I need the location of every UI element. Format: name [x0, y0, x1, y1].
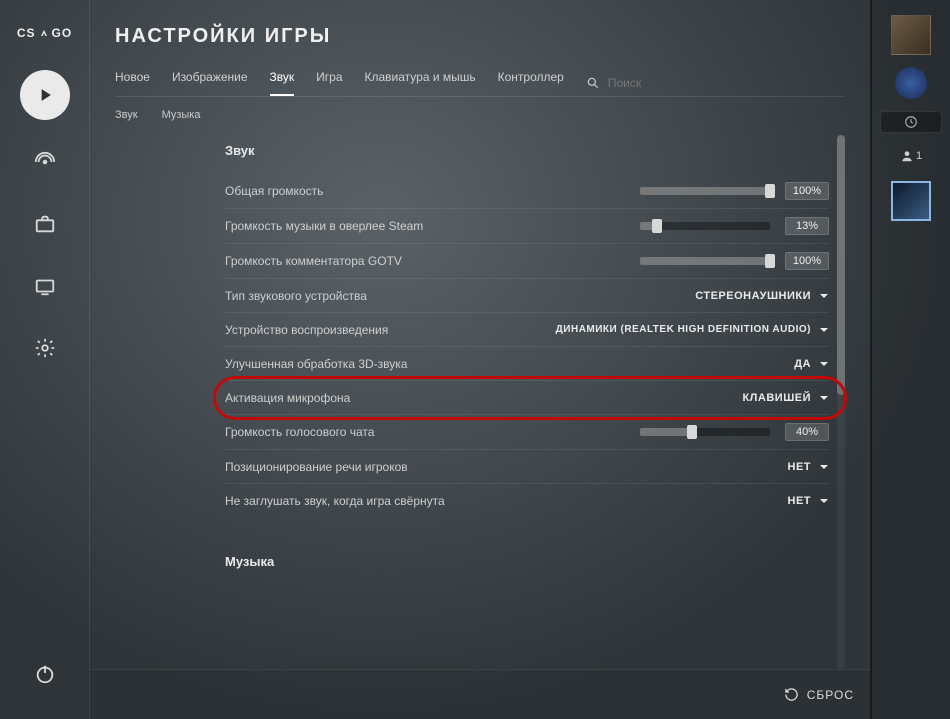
reset-button[interactable]: СБРОС [784, 687, 854, 702]
briefcase-icon [34, 213, 56, 235]
dropdown-mic-activation[interactable]: КЛАВИШЕЙ [742, 392, 829, 404]
dropdown-value: ДА [794, 358, 811, 370]
setting-label: Громкость музыки в оверлее Steam [225, 219, 423, 233]
chevron-down-icon [819, 291, 829, 301]
power-button[interactable] [25, 654, 65, 694]
setting-label: Громкость комментатора GOTV [225, 254, 402, 268]
broadcast-button[interactable] [25, 142, 65, 182]
friends-count-label: 1 [916, 150, 922, 162]
settings-tabs: Новое Изображение Звук Игра Клавиатура и… [115, 70, 845, 96]
main-panel: НАСТРОЙКИ ИГРЫ Новое Изображение Звук Иг… [90, 0, 870, 719]
watch-button[interactable] [25, 266, 65, 306]
setting-label: Улучшенная обработка 3D-звука [225, 357, 407, 371]
tab-game[interactable]: Игра [316, 70, 342, 96]
dropdown-value: ДИНАМИКИ (REALTEK HIGH DEFINITION AUDIO) [556, 324, 811, 335]
play-icon [35, 85, 55, 105]
settings-button[interactable] [25, 328, 65, 368]
history-button[interactable] [880, 111, 942, 133]
scrollbar-thumb[interactable] [837, 135, 845, 395]
chevron-down-icon [819, 359, 829, 369]
person-icon [900, 149, 914, 163]
setting-label: Активация микрофона [225, 391, 350, 405]
chevron-down-icon [819, 462, 829, 472]
row-master-volume: Общая громкость 100% [225, 174, 829, 209]
app-logo: CS GO [17, 25, 72, 40]
antenna-icon [34, 151, 56, 173]
dropdown-audio-device-type[interactable]: СТЕРЕОНАУШНИКИ [695, 290, 829, 302]
content-wrap: Звук Общая громкость 100% Громкость музы… [115, 135, 845, 719]
row-voice-chat-volume: Громкость голосового чата 40% [225, 415, 829, 450]
settings-content: Звук Общая громкость 100% Громкость музы… [115, 135, 837, 669]
row-3d-audio: Улучшенная обработка 3D-звука ДА [225, 347, 829, 381]
chevron-down-icon [819, 496, 829, 506]
tab-controller[interactable]: Контроллер [498, 70, 564, 96]
subtab-music[interactable]: Музыка [162, 109, 201, 121]
row-steam-music-volume: Громкость музыки в оверлее Steam 13% [225, 209, 829, 244]
search-icon [586, 76, 600, 90]
setting-label: Не заглушать звук, когда игра свёрнута [225, 494, 445, 508]
setting-label: Громкость голосового чата [225, 425, 374, 439]
row-output-device: Устройство воспроизведения ДИНАМИКИ (REA… [225, 313, 829, 347]
value-master-volume[interactable]: 100% [785, 182, 829, 200]
dropdown-value: КЛАВИШЕЙ [742, 392, 811, 404]
value-gotv[interactable]: 100% [785, 252, 829, 270]
friends-count[interactable]: 1 [900, 149, 922, 163]
chevron-down-icon [819, 393, 829, 403]
row-gotv-volume: Громкость комментатора GOTV 100% [225, 244, 829, 279]
slider-gotv[interactable] [640, 257, 770, 265]
settings-search[interactable] [586, 76, 668, 90]
row-voice-positioning: Позиционирование речи игроков НЕТ [225, 450, 829, 484]
clock-icon [904, 115, 918, 129]
tab-keyboard[interactable]: Клавиатура и мышь [365, 70, 476, 96]
setting-label: Общая громкость [225, 184, 323, 198]
power-icon [34, 663, 56, 685]
logo-sep-icon [38, 25, 50, 40]
logo-right: GO [52, 26, 73, 40]
page-title: НАСТРОЙКИ ИГРЫ [115, 25, 845, 48]
right-rail: 1 [870, 0, 950, 719]
setting-label: Устройство воспроизведения [225, 323, 388, 337]
tab-display[interactable]: Изображение [172, 70, 248, 96]
gear-icon [34, 337, 56, 359]
slider-voice-chat[interactable] [640, 428, 770, 436]
reset-label: СБРОС [807, 688, 854, 702]
dropdown-value: НЕТ [788, 461, 812, 473]
dropdown-voice-positioning[interactable]: НЕТ [788, 461, 830, 473]
play-button[interactable] [20, 70, 70, 120]
friend-avatar[interactable] [891, 181, 931, 221]
tab-sound[interactable]: Звук [270, 70, 295, 96]
left-sidebar: CS GO [0, 0, 90, 719]
row-mic-activation: Активация микрофона КЛАВИШЕЙ [225, 381, 829, 415]
subtab-sound[interactable]: Звук [115, 109, 138, 121]
rank-badge[interactable] [895, 67, 927, 99]
value-steam-music[interactable]: 13% [785, 217, 829, 235]
inventory-button[interactable] [25, 204, 65, 244]
slider-steam-music[interactable] [640, 222, 770, 230]
dropdown-value: СТЕРЕОНАУШНИКИ [695, 290, 811, 302]
section-sound-title: Звук [225, 143, 829, 158]
slider-master-volume[interactable] [640, 187, 770, 195]
dropdown-value: НЕТ [788, 495, 812, 507]
tv-icon [34, 275, 56, 297]
dropdown-mute-minimized[interactable]: НЕТ [788, 495, 830, 507]
value-voice-chat[interactable]: 40% [785, 423, 829, 441]
sound-subtabs: Звук Музыка [115, 109, 845, 121]
row-audio-device-type: Тип звукового устройства СТЕРЕОНАУШНИКИ [225, 279, 829, 313]
row-mute-minimized: Не заглушать звук, когда игра свёрнута Н… [225, 484, 829, 518]
setting-label: Позиционирование речи игроков [225, 460, 408, 474]
history-icon [784, 687, 799, 702]
dropdown-output-device[interactable]: ДИНАМИКИ (REALTEK HIGH DEFINITION AUDIO) [556, 324, 829, 335]
tabs-divider [115, 96, 845, 97]
player-avatar[interactable] [891, 15, 931, 55]
dropdown-3d-audio[interactable]: ДА [794, 358, 829, 370]
search-input[interactable] [608, 76, 668, 90]
chevron-down-icon [819, 325, 829, 335]
setting-label: Тип звукового устройства [225, 289, 367, 303]
settings-footer: СБРОС [90, 669, 870, 719]
scrollbar[interactable] [837, 135, 845, 669]
section-music-title: Музыка [225, 554, 829, 569]
tab-new[interactable]: Новое [115, 70, 150, 96]
logo-left: CS [17, 26, 36, 40]
